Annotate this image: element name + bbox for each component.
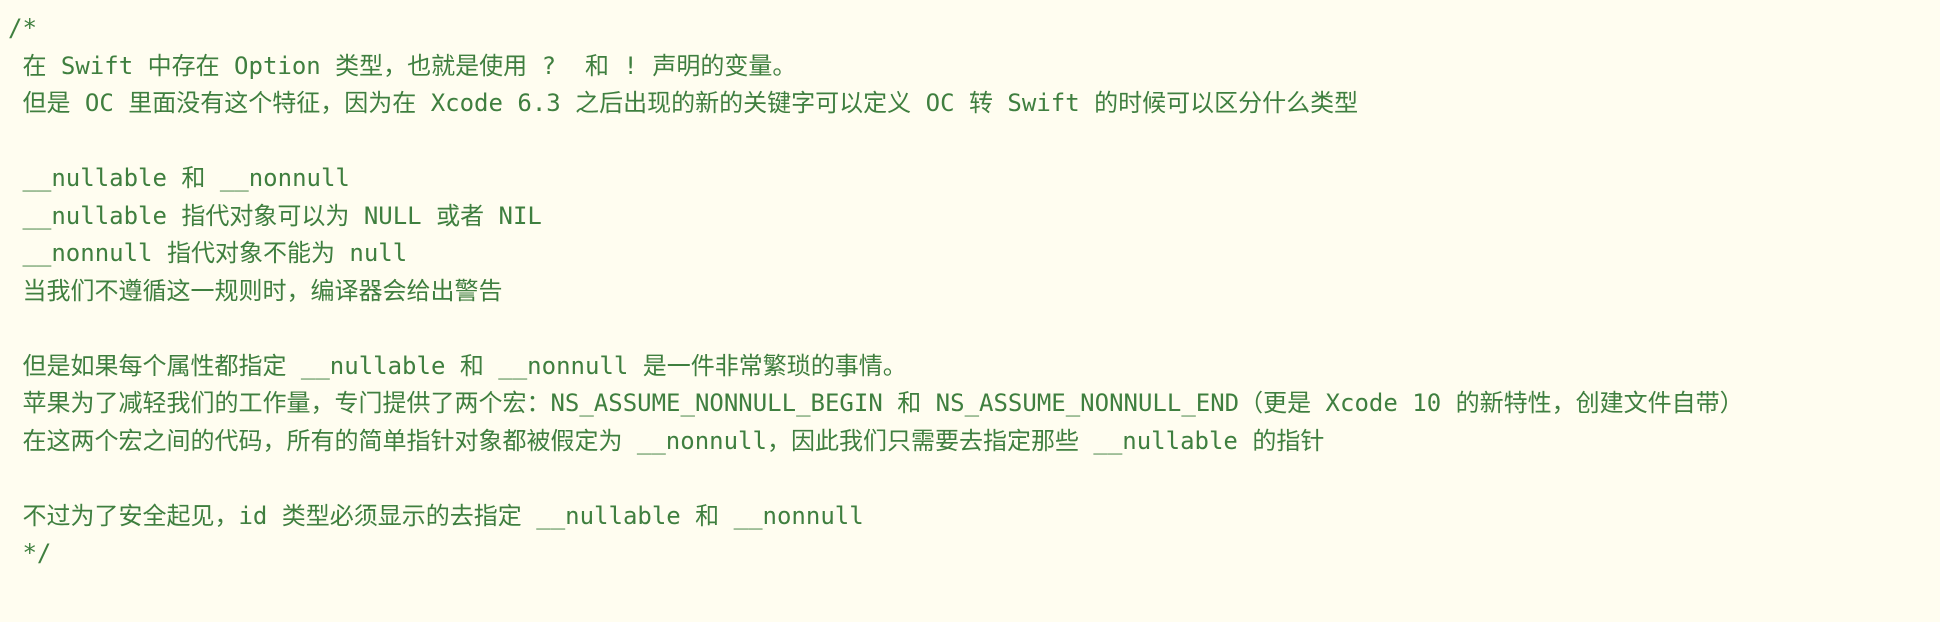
code-line: 当我们不遵循这一规则时，编译器会给出警告 bbox=[8, 276, 503, 305]
code-line: 但是如果每个属性都指定 __nullable 和 __nonnull 是一件非常… bbox=[8, 351, 907, 380]
code-line: /* bbox=[8, 14, 37, 42]
code-line: 但是 OC 里面没有这个特征，因为在 Xcode 6.3 之后出现的新的关键字可… bbox=[8, 89, 1359, 117]
code-editor[interactable]: /* 在 Swift 中存在 Option 类型，也就是使用 ? 和 ! 声明的… bbox=[0, 0, 1940, 622]
code-line: __nullable 指代对象可以为 NULL 或者 NIL bbox=[8, 201, 542, 230]
code-line: __nonnull 指代对象不能为 null bbox=[8, 239, 408, 267]
code-line: 在 Swift 中存在 Option 类型，也就是使用 ? 和 ! 声明的变量。 bbox=[8, 51, 797, 80]
code-line: 苹果为了减轻我们的工作量，专门提供了两个宏：NS_ASSUME_NONNULL_… bbox=[8, 389, 1744, 417]
code-line: __nullable 和 __nonnull bbox=[8, 164, 350, 192]
code-line: 在这两个宏之间的代码，所有的简单指针对象都被假定为 __nonnull，因此我们… bbox=[8, 426, 1325, 455]
code-line: */ bbox=[8, 539, 52, 567]
code-line: 不过为了安全起见，id 类型必须显示的去指定 __nullable 和 __no… bbox=[8, 501, 864, 530]
